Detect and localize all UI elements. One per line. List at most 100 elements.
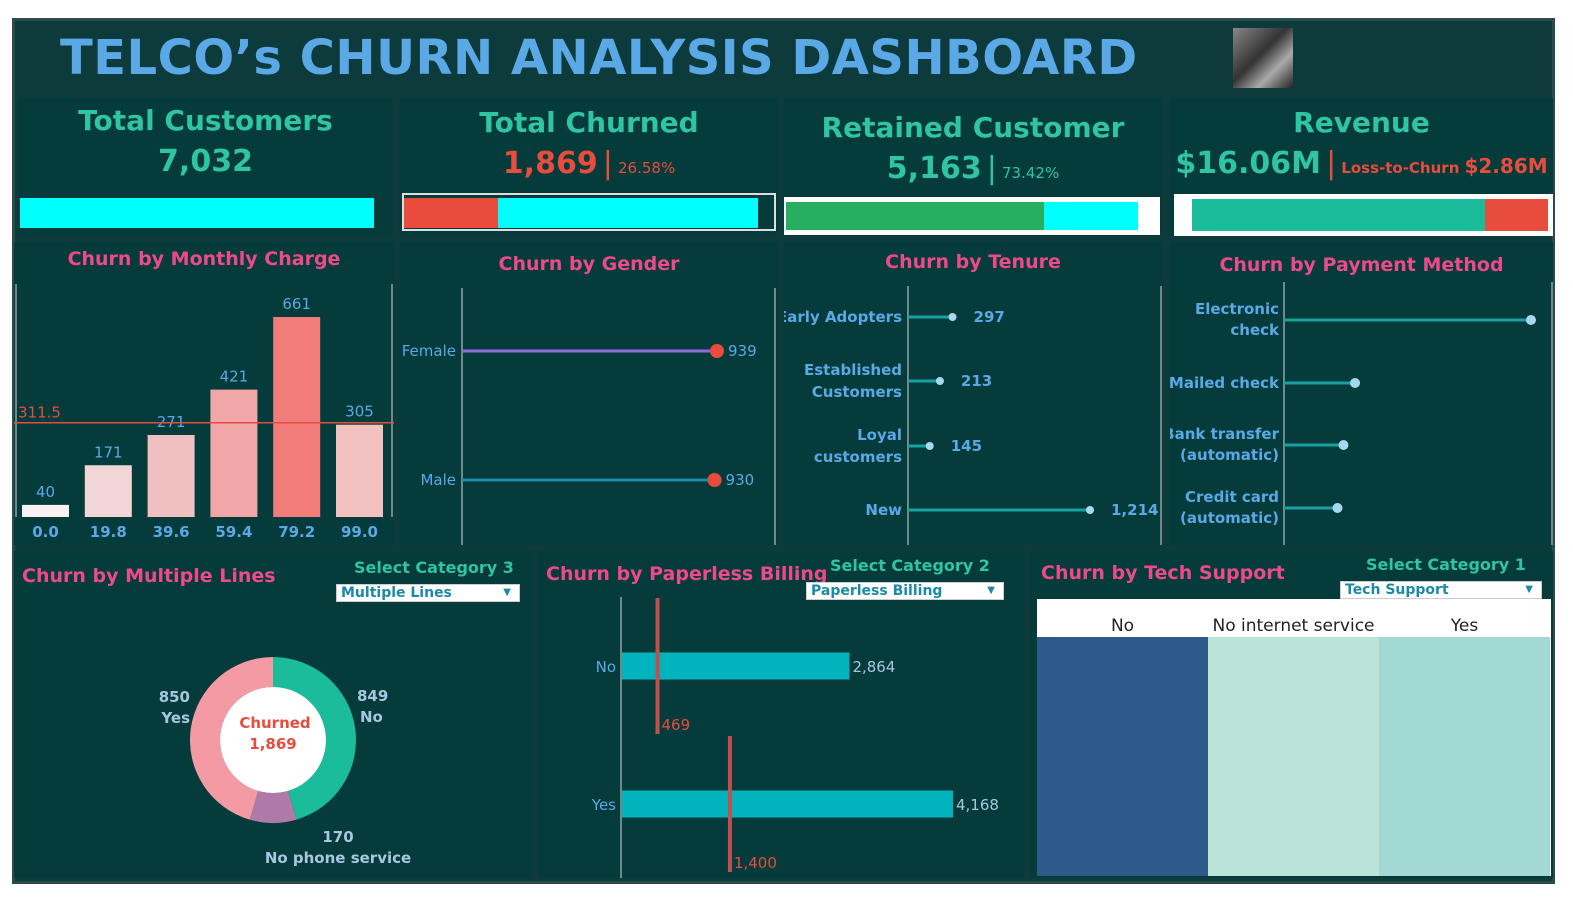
category-label: (automatic)	[1180, 446, 1279, 464]
bar-99.0	[336, 424, 383, 517]
tenure-svg: 297 Early Adopters 213 Established Customers…	[784, 286, 1162, 545]
heatmap-cell	[1037, 637, 1208, 876]
bar-39.6	[147, 435, 195, 517]
kpi-total-customers: Total Customers 7,032	[18, 98, 393, 236]
bar-yes	[622, 790, 953, 818]
kpi-value: 5,163	[886, 151, 982, 186]
lollipop-dot	[1350, 378, 1361, 388]
heatmap-column-label: No internet service	[1212, 616, 1374, 636]
kpi-label: Total Churned	[479, 106, 699, 139]
bar-value-label: 2,864	[852, 658, 895, 676]
avatar[interactable]	[1233, 28, 1293, 88]
x-tick-label: 99.0	[341, 523, 378, 541]
kpi-bar-total	[498, 198, 758, 228]
kpi-percent: 73.42%	[1002, 164, 1060, 182]
donut-center-label: Churned	[239, 714, 310, 732]
gender-svg: Female 939 Male 930	[402, 288, 776, 545]
category-label: Yes	[591, 796, 616, 814]
x-tick-label: 0.0	[32, 523, 59, 541]
heatmap-cell	[1379, 637, 1550, 876]
bar-59.4	[210, 389, 258, 517]
kpi-value: 1,869	[502, 146, 598, 181]
lollipop-dot	[1086, 506, 1094, 514]
donut-center-value: 1,869	[249, 735, 296, 753]
value-label: 1,214	[1111, 501, 1158, 519]
heatmap-cell	[1208, 637, 1379, 876]
category-label: check	[1230, 321, 1280, 339]
kpi-bar	[20, 198, 374, 228]
kpi-total-churned: Total Churned 1,869 | 26.58%	[400, 98, 778, 236]
slice-name-label: No phone service	[265, 849, 411, 867]
kpi-bar-retained	[786, 202, 1045, 230]
value-label: 213	[961, 372, 992, 390]
chart-tenure: Churn by Tenure 297 Early Adopters 213 Esta…	[784, 242, 1162, 545]
category-label: Electronic	[1195, 300, 1279, 318]
heatmap-column-label: No	[1111, 616, 1134, 636]
chart-payment: Churn by Payment Method Electronic check M…	[1170, 242, 1553, 545]
slice-name-label: Yes	[160, 709, 190, 727]
value-label: 939	[728, 342, 757, 360]
category-label: New	[865, 501, 902, 519]
paperless-svg: 2,864 No 469 4,168 Yes 1,400	[591, 597, 999, 878]
x-tick-label: 19.8	[90, 523, 127, 541]
bar-value-label: 661	[282, 295, 311, 313]
chart-gender: Churn by Gender Female 939 Male 930	[400, 242, 778, 545]
slice-name-label: No	[360, 708, 383, 726]
x-tick-label: 39.6	[153, 523, 190, 541]
page-title: TELCO’s CHURN ANALYSIS DASHBOARD	[60, 30, 1138, 86]
bar-value-label: 421	[220, 368, 249, 386]
kpi-label: Revenue	[1293, 106, 1430, 139]
heatmap-column-label: Yes	[1450, 616, 1479, 636]
lollipop-dot	[1526, 315, 1536, 325]
bar-0.0	[22, 504, 69, 517]
lollipop-dot	[925, 442, 934, 450]
category-label: Bank transfer	[1170, 425, 1280, 443]
value-label: 297	[974, 308, 1005, 326]
kpi-revenue: Revenue $16.06M | Loss-to-Churn $2.86M	[1170, 98, 1553, 236]
bar-19.8	[84, 465, 132, 517]
bar-value-label: 171	[94, 443, 123, 461]
chart-tech-support: Churn by Tech Support Select Category 1 …	[1030, 551, 1553, 878]
kpi-separator: |	[986, 151, 997, 186]
kpi-value: $16.06M	[1175, 146, 1321, 181]
payment-svg: Electronic check Mailed check Bank transfer…	[1170, 282, 1553, 545]
slice-value-label: 850	[159, 688, 190, 706]
reference-label: 311.5	[18, 404, 61, 422]
chart-monthly-charge: Churn by Monthly Charge 40 0.0 171 19.8 271 3…	[14, 242, 394, 545]
monthly-charge-svg: 400.017119.827139.642159.466179.230599.0…	[14, 284, 394, 541]
category-label: Male	[420, 471, 456, 489]
category-label: (automatic)	[1180, 509, 1279, 527]
slice-value-label: 849	[357, 687, 388, 705]
kpi-separator: |	[1326, 146, 1337, 181]
category-label: Early Adopters	[784, 308, 902, 326]
slice-value-label: 170	[322, 828, 353, 846]
lollipop-dot	[948, 313, 957, 321]
lollipop-dot	[710, 344, 724, 358]
kpi-bar-total	[1044, 202, 1138, 230]
category-label: customers	[814, 448, 902, 466]
category-label: Female	[402, 342, 456, 360]
lollipop-dot	[935, 377, 944, 385]
churn-value-label: 1,400	[734, 854, 777, 872]
x-tick-label: 59.4	[215, 523, 252, 541]
bar-79.2	[273, 317, 321, 517]
bar-value-label: 40	[36, 483, 55, 501]
x-tick-label: 79.2	[278, 523, 315, 541]
category-label: Loyal	[857, 426, 902, 444]
category-label: Established	[804, 361, 902, 379]
bar-value-label: 4,168	[956, 796, 999, 814]
value-label: 145	[951, 437, 982, 455]
kpi-percent: 26.58%	[618, 159, 676, 177]
lollipop-dot	[707, 473, 722, 487]
tech-svg: No No internet service Yes	[1037, 599, 1551, 876]
donut-svg: Churned 1,869 849 No 170 No phone service 850 Y…	[159, 657, 411, 867]
kpi-label: Total Customers	[78, 104, 333, 137]
kpi-bar-revenue	[1192, 199, 1485, 231]
kpi-bar-churned	[404, 198, 499, 228]
lollipop-dot	[1332, 503, 1343, 513]
category-label: Mailed check	[1170, 374, 1280, 392]
kpi-bar-loss	[1484, 199, 1548, 231]
category-label: Credit card	[1185, 488, 1279, 506]
kpi-label: Retained Customer	[821, 111, 1125, 144]
chart-multiple-lines: Churn by Multiple Lines Select Category …	[14, 551, 532, 878]
